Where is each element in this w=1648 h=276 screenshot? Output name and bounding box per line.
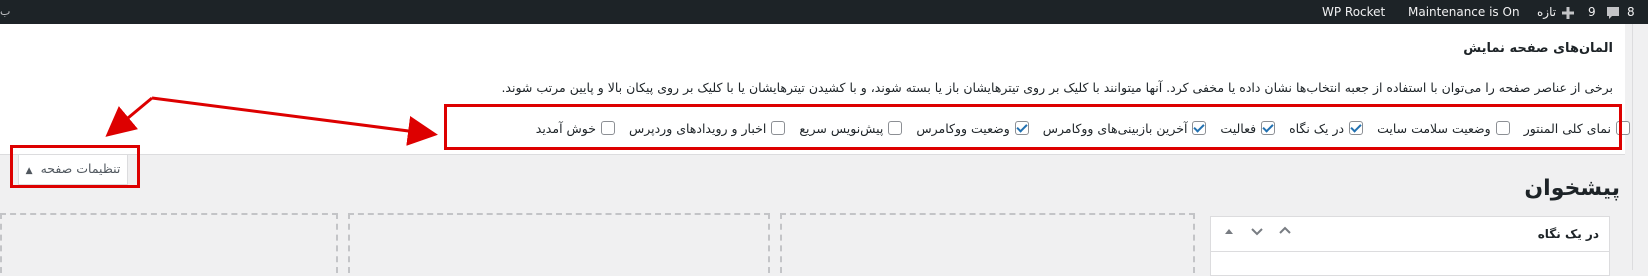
annotation-arrow (105, 96, 153, 137)
annotation-arrow (151, 96, 438, 146)
annotation-arrows (105, 96, 438, 146)
